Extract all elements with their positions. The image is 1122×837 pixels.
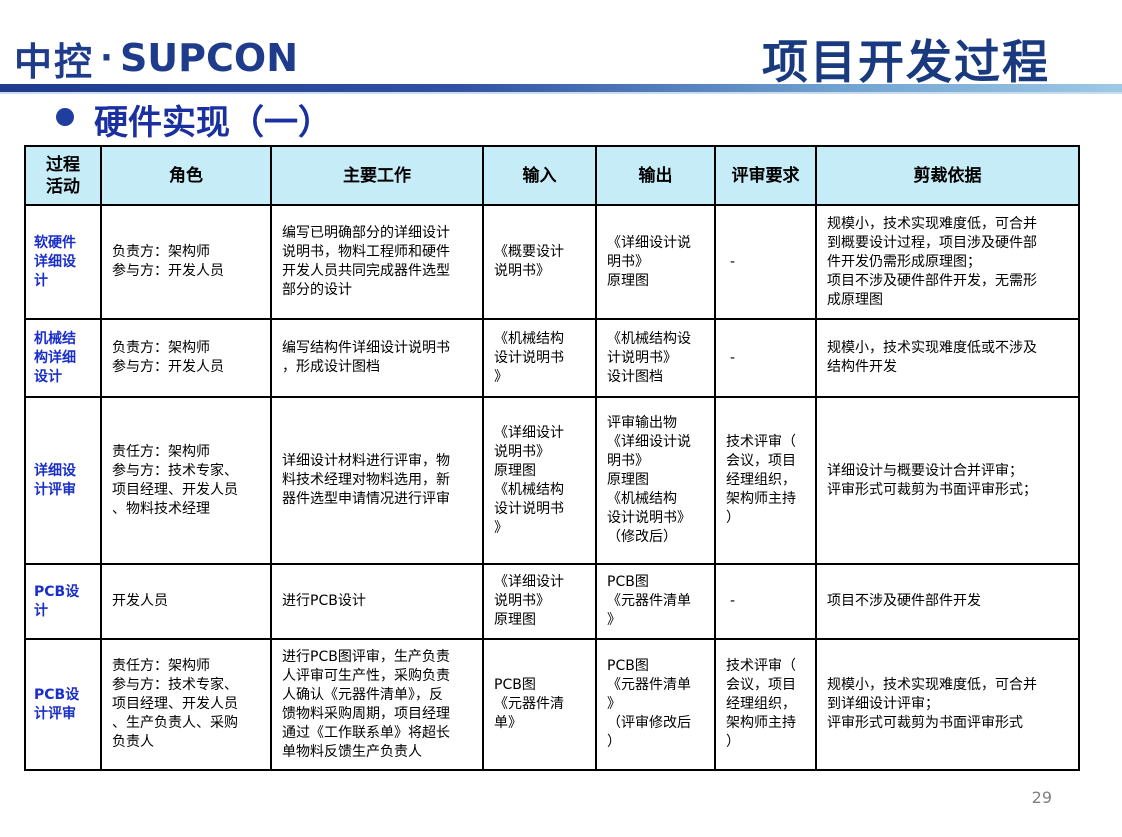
column-header: 剪裁依据: [815, 145, 1080, 206]
column-header: 输入: [482, 145, 597, 206]
cell-role: 责任方：架构师 参与方：技术专家、 项目经理、开发人员 、物料技术经理: [100, 396, 272, 565]
cell-role: 负责方：架构师 参与方：开发人员: [100, 204, 272, 320]
logo-chinese: 中控: [14, 39, 95, 84]
table-row: PCB设计开发人员 进行PCB设计 《详细设计 说明书》 原理图 PCB图 《元器件清单》 -…: [24, 563, 1080, 640]
cell-activity: 详细设 计评审: [24, 396, 102, 565]
slide-title: 项目开发过程: [762, 35, 1050, 89]
column-header: 过程 活动: [24, 145, 102, 206]
cell-review: -: [714, 318, 817, 398]
table-header-row: 过程 活动 角色 主要工作 输入 输出 评审要求 剪裁依据: [24, 145, 1080, 206]
cell-output: 《机械结构设 计说明书》 设计图档: [595, 318, 716, 398]
table-row: 详细设 计评审 责任方：架构师 参与方：技术专家、 项目经理、开发人员 、物料技术经理 详细…: [24, 396, 1080, 565]
cell-work: 进行PCB图评审，生产负责 人评审可生产性，采购负责 人确认《元器件清单》，反 馈物料…: [270, 638, 484, 771]
cell-output: 评审输出物 《详细设计说 明书》 原理图 《机械结构 设计说明书》 （修改后）: [595, 396, 716, 565]
cell-input: 《详细设计 说明书》 原理图: [482, 563, 597, 640]
cell-role: 开发人员: [100, 563, 272, 640]
cell-input: 《详细设计 说明书》 原理图 《机械结构 设计说明书》: [482, 396, 597, 565]
cell-basis: 详细设计与概要设计合并评审； 评审形式可裁剪为书面评审形式；: [815, 396, 1080, 565]
cell-activity: 机械结 构详细 设计: [24, 318, 102, 398]
bullet-icon: [56, 108, 74, 126]
cell-input: 《概要设计 说明书》: [482, 204, 597, 320]
cell-output: PCB图 《元器件清单》（评审修改后）: [595, 638, 716, 771]
table-row: PCB设 计评审 责任方：架构师 参与方：技术专家、 项目经理、开发人员 、生产负责人、采…: [24, 638, 1080, 771]
cell-basis: 规模小，技术实现难度低，可合并 到概要设计过程，项目涉及硬件部 件开发仍需形成原理图…: [815, 204, 1080, 320]
cell-activity: PCB设计: [24, 563, 102, 640]
section-subtitle: 硬件实现（一）: [94, 103, 332, 143]
cell-activity: PCB设 计评审: [24, 638, 102, 771]
cell-basis: 规模小，技术实现难度低或不涉及 结构件开发: [815, 318, 1080, 398]
cell-input: PCB图 《元器件清 单》: [482, 638, 597, 771]
cell-work: 编写结构件详细设计说明书 ，形成设计图档: [270, 318, 484, 398]
page-number: 29: [1031, 788, 1052, 807]
table-row: 机械结 构详细 设计 负责方：架构师 参与方：开发人员 编写结构件详细设计说明书 ，形成设计…: [24, 318, 1080, 398]
column-header: 角色: [100, 145, 272, 206]
cell-work: 详细设计材料进行评审，物 料技术经理对物料选用，新 器件选型申请情况进行评审: [270, 396, 484, 565]
cell-role: 负责方：架构师 参与方：开发人员: [100, 318, 272, 398]
column-header: 主要工作: [270, 145, 484, 206]
cell-output: 《详细设计说 明书》 原理图: [595, 204, 716, 320]
cell-review: -: [714, 204, 817, 320]
table-row: 软硬件 详细设计负责方：架构师 参与方：开发人员 编写已明确部分的详细设计 说明书，物料…: [24, 204, 1080, 320]
logo-english: SUPCON: [119, 36, 299, 80]
cell-review: 技术评审（ 会议，项目 经理组织， 架构师主持）: [714, 638, 817, 771]
header-band-light: [0, 92, 1122, 94]
cell-input: 《机械结构 设计说明书》: [482, 318, 597, 398]
column-header: 输出: [595, 145, 716, 206]
cell-activity: 软硬件 详细设计: [24, 204, 102, 320]
cell-work: 进行PCB设计: [270, 563, 484, 640]
cell-output: PCB图 《元器件清单》: [595, 563, 716, 640]
header-band: [0, 84, 1122, 92]
column-header: 评审要求: [714, 145, 817, 206]
logo-dot: ·: [100, 38, 114, 78]
cell-basis: 项目不涉及硬件部件开发: [815, 563, 1080, 640]
cell-role: 责任方：架构师 参与方：技术专家、 项目经理、开发人员 、生产负责人、采购 负责人: [100, 638, 272, 771]
process-table: 过程 活动 角色 主要工作 输入 输出 评审要求 剪裁依据 软硬件 详细设计负责方：架构师 参与方…: [24, 145, 1080, 771]
cell-review: 技术评审（ 会议，项目 经理组织， 架构师主持）: [714, 396, 817, 565]
supcon-logo: 中控 · SUPCON: [14, 36, 299, 84]
cell-basis: 规模小，技术实现难度低，可合并 到详细设计评审； 评审形式可裁剪为书面评审形式: [815, 638, 1080, 771]
cell-review: -: [714, 563, 817, 640]
cell-work: 编写已明确部分的详细设计 说明书，物料工程师和硬件 开发人员共同完成器件选型 部分的设…: [270, 204, 484, 320]
